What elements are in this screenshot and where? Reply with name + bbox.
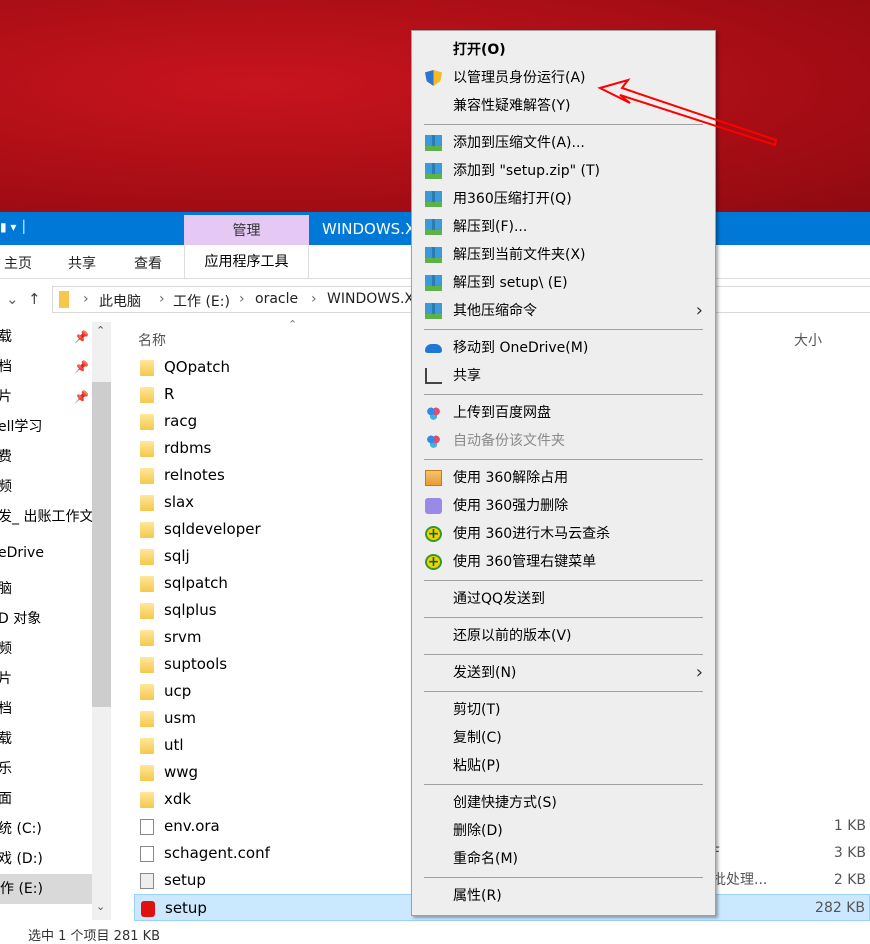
- annotation-arrow: [597, 78, 778, 147]
